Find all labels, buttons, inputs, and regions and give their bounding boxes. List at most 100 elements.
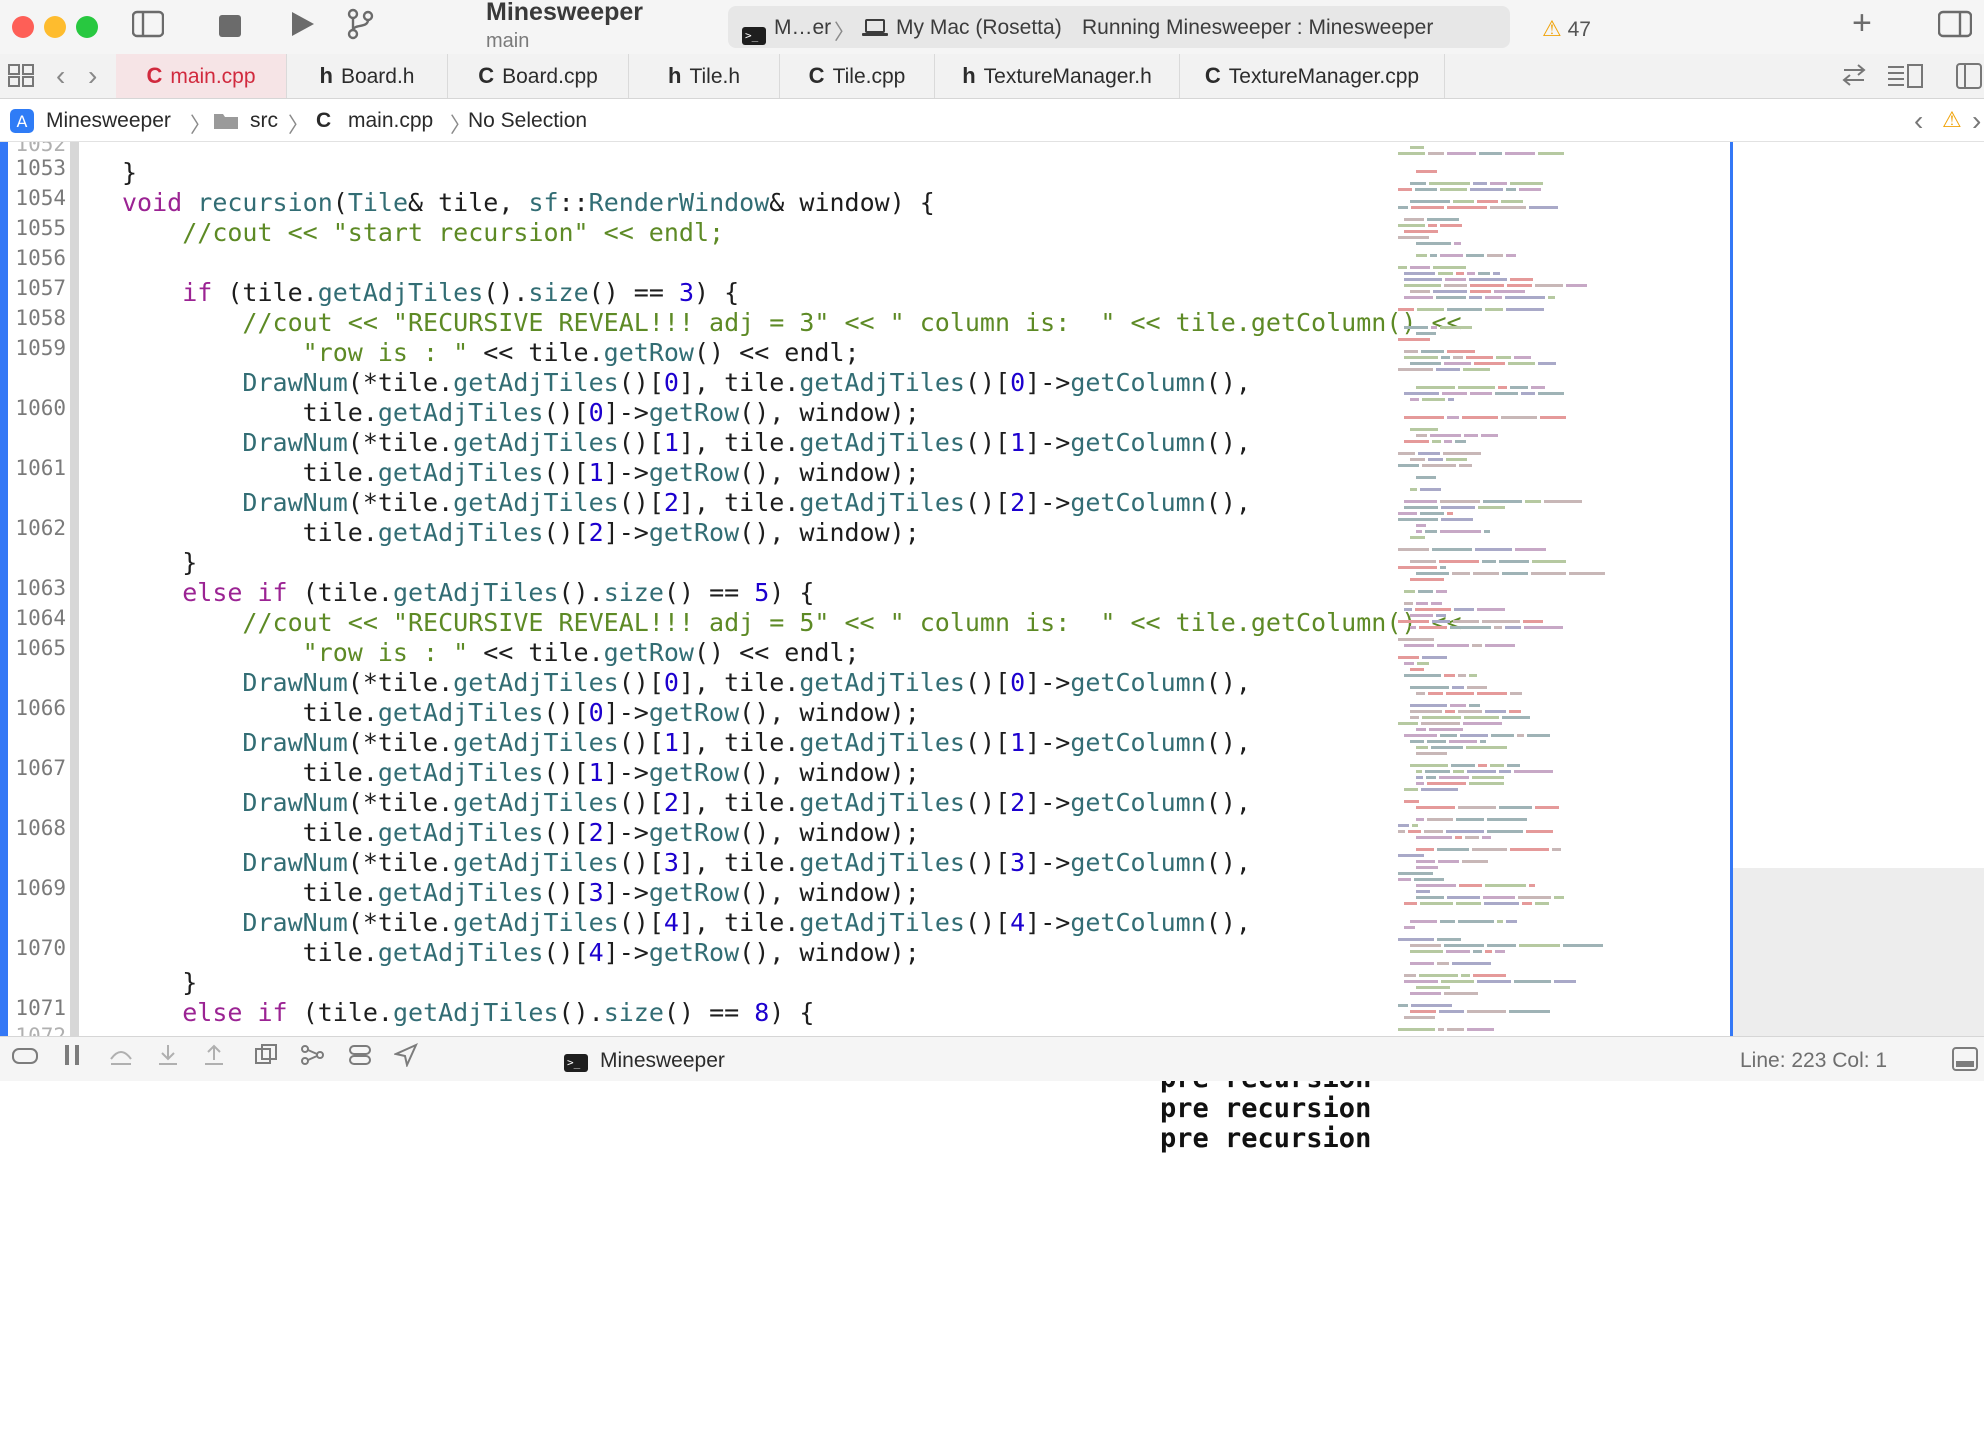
- previous-issue-icon[interactable]: ‹: [1914, 105, 1923, 137]
- code-line[interactable]: "row is : " << tile.getRow() << endl;: [122, 338, 860, 367]
- code-line[interactable]: tile.getAdjTiles()[1]->getRow(), window)…: [122, 458, 920, 487]
- branch-icon[interactable]: [346, 8, 374, 48]
- code-line[interactable]: tile.getAdjTiles()[2]->getRow(), window)…: [122, 818, 920, 847]
- minimap-stroke: [1440, 254, 1463, 257]
- tab-board-cpp[interactable]: C Board.cpp: [448, 54, 629, 98]
- minimap-stroke: [1416, 572, 1449, 575]
- tab-texturemanager-cpp[interactable]: C TextureManager.cpp: [1180, 54, 1445, 98]
- code-line[interactable]: //cout << "RECURSIVE REVEAL!!! adj = 3" …: [122, 308, 1461, 337]
- minimap-stroke: [1510, 848, 1549, 851]
- project-name[interactable]: Minesweeper: [486, 0, 643, 27]
- swap-arrows-icon[interactable]: [1840, 62, 1868, 93]
- minimap-stroke: [1417, 662, 1429, 665]
- console-output[interactable]: pre recursion pre recursion pre recursio…: [0, 1081, 1984, 1432]
- code-line[interactable]: else if (tile.getAdjTiles().size() == 5)…: [122, 578, 814, 607]
- code-line[interactable]: }: [122, 968, 197, 997]
- code-line[interactable]: tile.getAdjTiles()[4]->getRow(), window)…: [122, 938, 920, 967]
- minimap-stroke: [1455, 836, 1462, 839]
- minimap-stroke: [1398, 830, 1405, 833]
- console-line: pre recursion: [1160, 1123, 1372, 1154]
- inspector-toggle-icon[interactable]: [1937, 10, 1973, 46]
- grid-icon[interactable]: [8, 64, 36, 93]
- code-line[interactable]: DrawNum(*tile.getAdjTiles()[0], tile.get…: [122, 368, 1251, 397]
- code-line[interactable]: }: [122, 158, 137, 187]
- code-line[interactable]: tile.getAdjTiles()[0]->getRow(), window)…: [122, 398, 920, 427]
- minimap-stroke: [1436, 614, 1446, 617]
- stop-icon[interactable]: [218, 12, 242, 46]
- minimap-stroke: [1453, 620, 1479, 623]
- code-line[interactable]: DrawNum(*tile.getAdjTiles()[2], tile.get…: [122, 788, 1251, 817]
- breadcrumb-file[interactable]: main.cpp: [348, 109, 433, 133]
- minimap-stroke: [1485, 710, 1506, 713]
- scheme-selector[interactable]: M…er: [774, 16, 831, 40]
- code-line[interactable]: DrawNum(*tile.getAdjTiles()[3], tile.get…: [122, 848, 1251, 877]
- code-line[interactable]: tile.getAdjTiles()[1]->getRow(), window)…: [122, 758, 920, 787]
- toggle-console-icon[interactable]: [1952, 1047, 1978, 1076]
- warning-icon[interactable]: ⚠: [1942, 107, 1962, 133]
- minimap-stroke: [1410, 536, 1425, 539]
- code-line[interactable]: }: [122, 548, 197, 577]
- warning-count-label: 47: [1567, 18, 1591, 41]
- branch-name[interactable]: main: [486, 30, 529, 53]
- sidebar-toggle-icon[interactable]: [131, 10, 165, 46]
- step-out-icon[interactable]: [202, 1043, 226, 1076]
- code-line[interactable]: else if (tile.getAdjTiles().size() == 8)…: [122, 998, 814, 1027]
- minimap-stroke: [1416, 890, 1430, 893]
- next-issue-icon[interactable]: ›: [1972, 105, 1981, 137]
- minimap-visible-region[interactable]: [1733, 868, 1984, 1036]
- add-editor-icon[interactable]: [1956, 63, 1982, 94]
- gutter-fold-ribbon[interactable]: [70, 142, 79, 1036]
- minimap-stroke: [1416, 476, 1436, 479]
- breadcrumb-project[interactable]: Minesweeper: [46, 109, 171, 133]
- code-line[interactable]: tile.getAdjTiles()[3]->getRow(), window)…: [122, 878, 920, 907]
- tab-texturemanager-h[interactable]: h TextureManager.h: [935, 54, 1180, 98]
- minimap-stroke: [1453, 200, 1474, 203]
- tab-board-h[interactable]: h Board.h: [287, 54, 448, 98]
- zoom-window-button[interactable]: [76, 16, 98, 38]
- hide-debug-area-icon[interactable]: [12, 1043, 38, 1075]
- forward-icon[interactable]: ›: [88, 60, 97, 92]
- minimap-stroke: [1501, 200, 1523, 203]
- tab-main-cpp[interactable]: Cmain.cpp: [116, 54, 287, 98]
- breadcrumb-selection[interactable]: No Selection: [468, 109, 587, 133]
- code-line[interactable]: //cout << "start recursion" << endl;: [122, 218, 724, 247]
- code-line[interactable]: tile.getAdjTiles()[2]->getRow(), window)…: [122, 518, 920, 547]
- close-window-button[interactable]: [12, 16, 34, 38]
- minimap-stroke: [1491, 734, 1514, 737]
- memory-graph-icon[interactable]: [300, 1043, 326, 1076]
- line-number: 1055: [15, 216, 66, 240]
- simulate-location-icon[interactable]: [392, 1043, 418, 1076]
- minimap-stroke: [1410, 488, 1417, 491]
- back-icon[interactable]: ‹: [56, 60, 65, 92]
- pause-icon[interactable]: [62, 1043, 82, 1076]
- environment-overrides-icon[interactable]: [348, 1043, 372, 1076]
- minimap-stroke: [1444, 362, 1471, 365]
- warning-count[interactable]: ⚠ 47: [1542, 16, 1591, 42]
- console-line: pre recursion: [1160, 1093, 1372, 1124]
- code-line[interactable]: //cout << "RECURSIVE REVEAL!!! adj = 5" …: [122, 608, 1461, 637]
- run-icon[interactable]: [290, 10, 316, 46]
- code-line[interactable]: DrawNum(*tile.getAdjTiles()[1], tile.get…: [122, 428, 1251, 457]
- code-line[interactable]: void recursion(Tile& tile, sf::RenderWin…: [122, 188, 935, 217]
- minimize-window-button[interactable]: [44, 16, 66, 38]
- code-line[interactable]: DrawNum(*tile.getAdjTiles()[2], tile.get…: [122, 488, 1251, 517]
- minimap-stroke: [1458, 710, 1482, 713]
- view-hierarchy-icon[interactable]: [254, 1043, 280, 1076]
- code-line[interactable]: if (tile.getAdjTiles().size() == 3) {: [122, 278, 739, 307]
- step-over-icon[interactable]: [108, 1043, 134, 1076]
- code-line[interactable]: DrawNum(*tile.getAdjTiles()[4], tile.get…: [122, 908, 1251, 937]
- code-line[interactable]: DrawNum(*tile.getAdjTiles()[0], tile.get…: [122, 668, 1251, 697]
- step-into-icon[interactable]: [156, 1043, 180, 1076]
- debug-target-name[interactable]: Minesweeper: [600, 1049, 725, 1073]
- editor-options-icon[interactable]: [1886, 63, 1924, 94]
- code-line[interactable]: DrawNum(*tile.getAdjTiles()[1], tile.get…: [122, 728, 1251, 757]
- code-line[interactable]: "row is : " << tile.getRow() << endl;: [122, 638, 860, 667]
- code-line[interactable]: tile.getAdjTiles()[0]->getRow(), window)…: [122, 698, 920, 727]
- breadcrumb-folder[interactable]: src: [250, 109, 278, 133]
- minimap-stroke: [1450, 704, 1466, 707]
- plus-icon[interactable]: +: [1852, 6, 1872, 40]
- tab-tile-cpp[interactable]: C Tile.cpp: [780, 54, 935, 98]
- minimap-stroke: [1440, 500, 1480, 503]
- tab-tile-h[interactable]: h Tile.h: [629, 54, 780, 98]
- destination-selector[interactable]: My Mac (Rosetta): [896, 16, 1062, 40]
